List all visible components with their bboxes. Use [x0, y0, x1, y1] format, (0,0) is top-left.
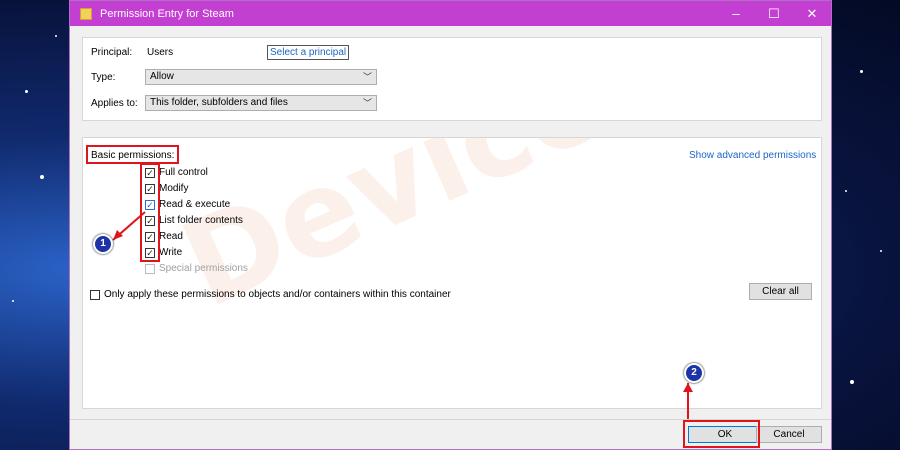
- applies-to-label: Applies to:: [91, 98, 138, 109]
- read-execute-label: Read & execute: [159, 199, 231, 210]
- principal-panel: Principal: Users Select a principal Type…: [82, 37, 822, 121]
- only-apply-checkbox[interactable]: [90, 290, 100, 300]
- principal-label: Principal:: [91, 47, 133, 58]
- star-decoration: [880, 250, 882, 252]
- watermark: DeviceTricks: [163, 138, 821, 334]
- permissions-panel: DeviceTricks Basic permissions: Show adv…: [82, 137, 822, 409]
- type-label: Type:: [91, 72, 116, 83]
- annotation-box-heading: [86, 145, 179, 164]
- annotation-badge-2: 2: [684, 363, 704, 383]
- full-control-label: Full control: [159, 167, 208, 178]
- type-select-value: Allow: [150, 71, 174, 82]
- permission-entry-window: Permission Entry for Steam – ☐ ✕ Princip…: [69, 0, 832, 450]
- special-permissions-checkbox: [145, 264, 155, 274]
- write-label: Write: [159, 247, 183, 258]
- close-button[interactable]: ✕: [793, 1, 831, 26]
- read-label: Read: [159, 231, 183, 242]
- star-decoration: [25, 90, 28, 93]
- star-decoration: [845, 190, 847, 192]
- annotation-box-ok: [683, 420, 760, 448]
- select-principal-link[interactable]: Select a principal: [267, 45, 350, 60]
- clear-all-button[interactable]: Clear all: [749, 283, 812, 300]
- special-permissions-label: Special permissions: [159, 263, 248, 274]
- folder-icon: [80, 7, 92, 20]
- applies-to-select-value: This folder, subfolders and files: [150, 97, 288, 108]
- type-select[interactable]: Allow ﹀: [145, 69, 377, 85]
- show-advanced-permissions-link[interactable]: Show advanced permissions: [689, 150, 816, 161]
- maximize-button[interactable]: ☐: [755, 1, 793, 26]
- cancel-button[interactable]: Cancel: [756, 426, 822, 443]
- star-decoration: [860, 70, 863, 73]
- applies-to-select[interactable]: This folder, subfolders and files ﹀: [145, 95, 377, 111]
- chevron-down-icon: ﹀: [362, 72, 372, 82]
- window-title: Permission Entry for Steam: [100, 7, 234, 20]
- modify-label: Modify: [159, 183, 189, 194]
- list-folder-contents-label: List folder contents: [159, 215, 243, 226]
- only-apply-label: Only apply these permissions to objects …: [104, 289, 451, 300]
- star-decoration: [12, 300, 14, 302]
- star-decoration: [850, 380, 854, 384]
- annotation-badge-1: 1: [93, 234, 113, 254]
- star-decoration: [55, 35, 57, 37]
- chevron-down-icon: ﹀: [362, 98, 372, 108]
- title-bar: Permission Entry for Steam – ☐ ✕: [70, 1, 831, 26]
- annotation-arrow: [683, 383, 693, 419]
- minimize-button[interactable]: –: [717, 1, 755, 26]
- star-decoration: [40, 175, 44, 179]
- principal-value: Users: [147, 47, 174, 58]
